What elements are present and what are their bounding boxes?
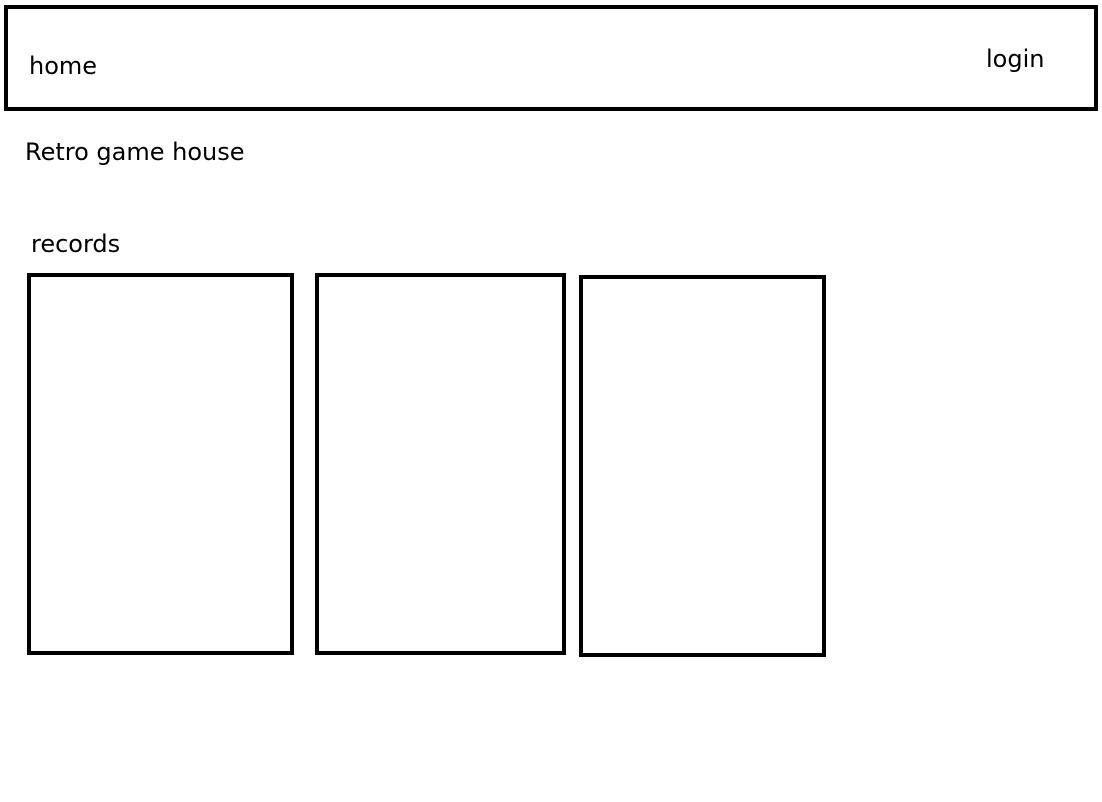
top-navbar: home login bbox=[4, 5, 1098, 111]
record-card-2[interactable] bbox=[315, 273, 566, 655]
records-heading: records bbox=[31, 230, 121, 258]
record-card-3[interactable] bbox=[579, 275, 826, 657]
login-link[interactable]: login bbox=[986, 45, 1044, 73]
home-link[interactable]: home bbox=[29, 52, 97, 80]
site-title: Retro game house bbox=[25, 138, 245, 166]
record-card-1[interactable] bbox=[27, 273, 294, 655]
